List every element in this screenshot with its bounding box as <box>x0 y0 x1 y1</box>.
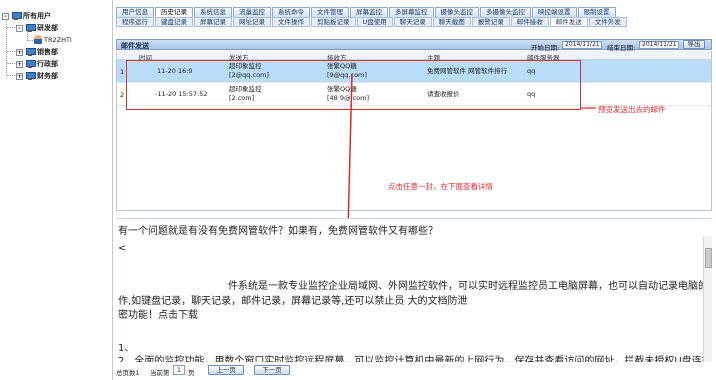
content-line: 密功能！点击下载 <box>118 310 198 321</box>
mail-content: 有一个问题就是有没有免费网管软件？如果有，免费网管软件又有哪些？ < 件系统是一… <box>116 218 712 362</box>
pagination: 总页数1 当前第 1 页 上一页 下一页 <box>116 365 712 377</box>
page-suffix-label: 页 <box>188 369 195 377</box>
current-page-label: 当前第 <box>150 369 170 377</box>
scroll-thumb[interactable] <box>705 248 712 268</box>
page-input[interactable]: 1 <box>173 365 185 375</box>
vertical-scrollbar[interactable] <box>703 236 712 362</box>
content-line: 作,如键盘记录，聊天记录，邮件记录，屏幕记录等,还可以禁止员 大的文档防泄 <box>118 296 468 307</box>
content-line: < <box>118 243 127 254</box>
total-pages-label: 总页数1 <box>116 369 140 377</box>
content-line: 有一个问题就是有没有免费网管软件？如果有，免费网管软件又有哪些？ <box>118 226 438 237</box>
content-line: 件系统是一款专业监控企业局域网、外网监控软件，可以实时远程监控员工电脑屏幕，也可… <box>228 281 712 292</box>
prev-page-button[interactable]: 上一页 <box>208 365 244 375</box>
content-line: 2、全面的监控功能，用数个窗口实时监控远程屏幕，可以监控计算机中最新的上网行为，… <box>118 356 712 362</box>
next-page-button[interactable]: 下一页 <box>254 365 290 375</box>
arrow-icon <box>342 73 355 236</box>
